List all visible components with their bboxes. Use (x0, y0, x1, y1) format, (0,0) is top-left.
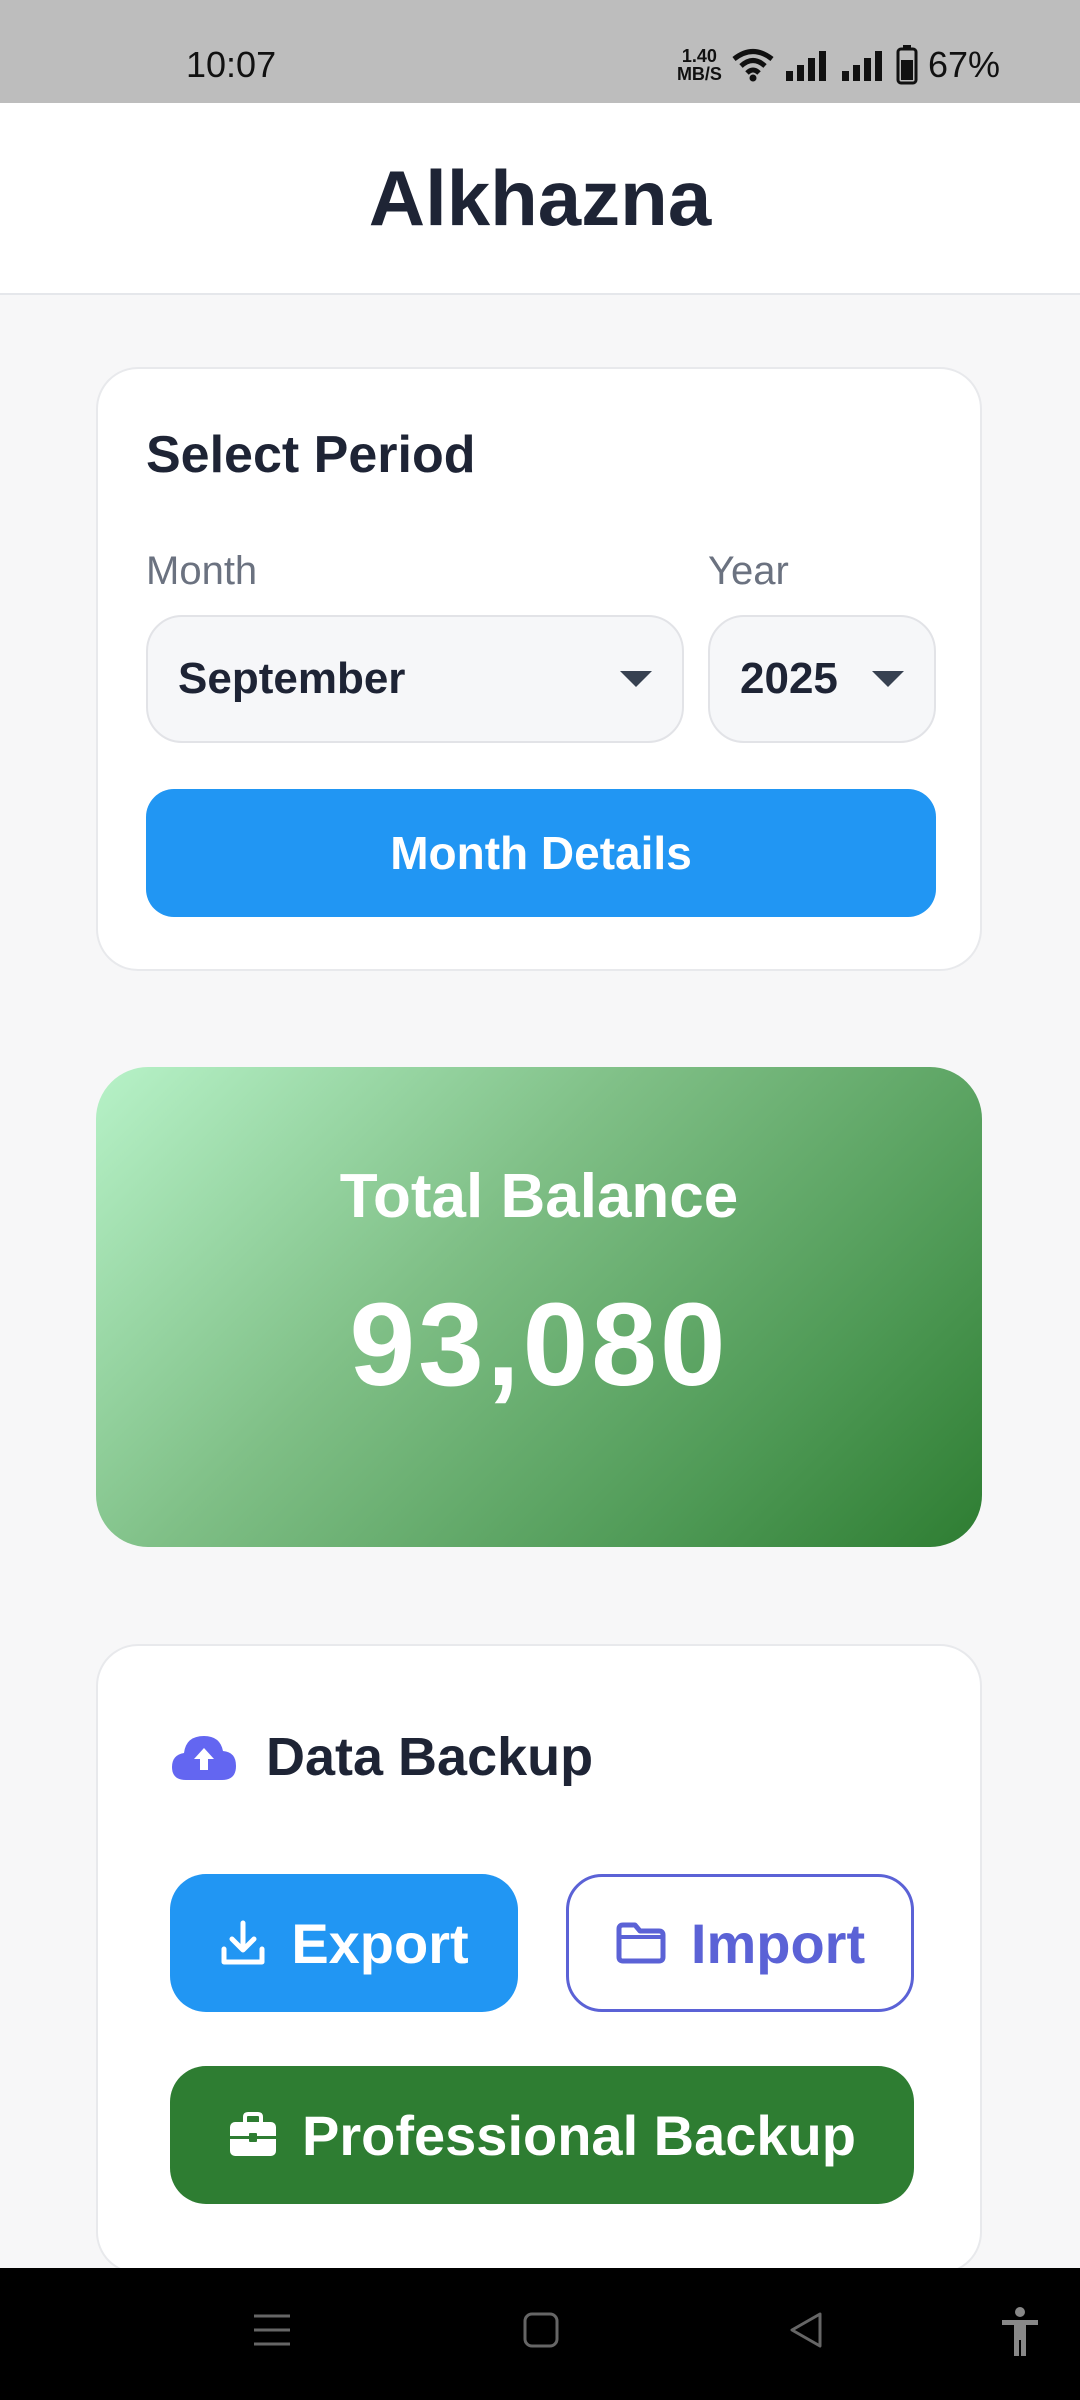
signal-icon-2 (841, 51, 882, 81)
cloud-upload-icon (172, 1736, 236, 1780)
net-speed-value: 1.40 (681, 46, 717, 66)
import-label: Import (690, 1911, 866, 1975)
month-select[interactable]: September (146, 615, 684, 743)
signal-icon (785, 51, 826, 81)
home-icon[interactable] (522, 2310, 560, 2350)
month-label: Month (146, 549, 258, 593)
total-balance-label: Total Balance (339, 1162, 739, 1231)
menu-icon[interactable] (252, 2310, 292, 2350)
app-title: Alkhazna (368, 153, 712, 242)
system-nav-bar (0, 2268, 1080, 2400)
total-balance-value: 93,080 (349, 1279, 729, 1411)
chevron-down-icon (872, 671, 904, 687)
status-bar: 10:07 1.40 MB/S 67% (0, 0, 1080, 103)
export-label: Export (291, 1911, 469, 1975)
year-select[interactable]: 2025 (708, 615, 936, 743)
download-icon (221, 1920, 265, 1965)
backup-title: Data Backup (266, 1727, 594, 1787)
year-label: Year (708, 549, 789, 593)
export-button[interactable]: Export (170, 1874, 518, 2012)
chevron-down-icon (620, 671, 652, 687)
month-select-value: September (178, 654, 406, 703)
import-button[interactable]: Import (566, 1874, 914, 2012)
back-icon[interactable] (786, 2310, 826, 2350)
battery-icon (896, 45, 918, 85)
total-balance-card: Total Balance 93,080 (96, 1067, 982, 1547)
status-icons: 1.40 MB/S 67% (677, 44, 1000, 86)
backup-header: Data Backup (170, 1726, 593, 1788)
select-period-card: Select Period Month Year September 2025 … (96, 367, 982, 971)
net-speed-unit: MB/S (676, 64, 722, 84)
month-details-button[interactable]: Month Details (146, 789, 936, 917)
year-select-value: 2025 (740, 654, 838, 703)
folder-icon (616, 1922, 666, 1964)
professional-backup-label: Professional Backup (302, 2103, 856, 2167)
net-speed: 1.40 MB/S (677, 47, 722, 83)
wifi-icon (732, 49, 774, 82)
app-bar: Alkhazna (0, 103, 1080, 295)
battery-percent: 67% (927, 44, 1000, 85)
briefcase-icon (230, 2112, 277, 2156)
status-time: 10:07 (186, 44, 277, 85)
accessibility-icon[interactable] (998, 2306, 1042, 2358)
data-backup-card: Data Backup Export Import Professional B… (96, 1644, 982, 2274)
month-details-label: Month Details (390, 827, 692, 879)
professional-backup-button[interactable]: Professional Backup (170, 2066, 914, 2204)
period-title: Select Period (146, 426, 476, 484)
